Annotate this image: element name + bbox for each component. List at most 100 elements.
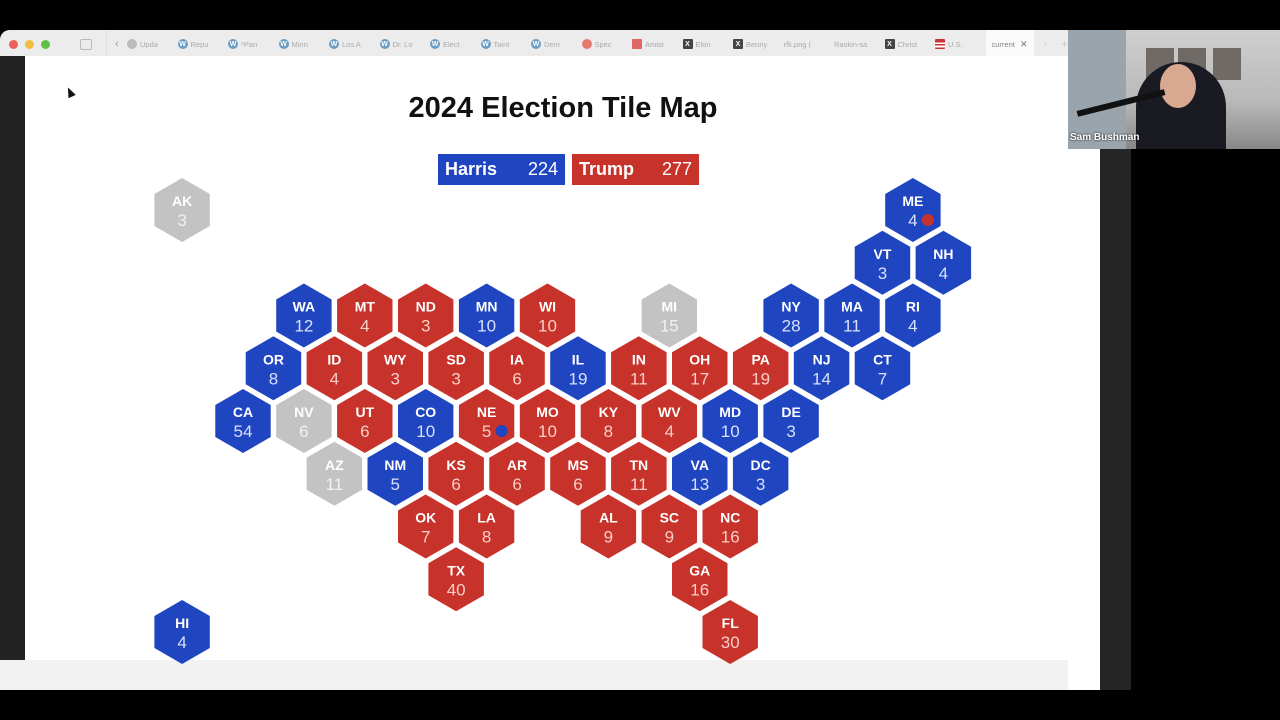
tile-map: AK 3 ME 4 VT 3 NH 4 WA 12 MT 4 ND 3 MN 10 WI 10 MI 15 NY 28 MA…	[154, 178, 972, 664]
state-tile-fl: FL 30	[702, 600, 758, 664]
state-tile-sd: SD 3	[428, 336, 484, 401]
state-electoral-votes: 40	[447, 580, 466, 599]
state-abbr: ND	[416, 299, 436, 315]
state-tile-in: IN 11	[611, 336, 667, 401]
state-electoral-votes: 7	[878, 369, 887, 388]
state-tile-nh: NH 4	[915, 230, 972, 295]
state-electoral-votes: 14	[812, 369, 831, 388]
state-abbr: DE	[781, 404, 800, 420]
state-abbr: KY	[599, 404, 619, 420]
state-tile-ks: KS 6	[428, 441, 484, 506]
state-abbr: MA	[841, 299, 863, 315]
state-tile-mn: MN 10	[458, 283, 515, 348]
state-abbr: HI	[175, 615, 189, 631]
state-electoral-votes: 8	[482, 528, 491, 547]
state-tile-wi: WI 10	[519, 283, 576, 348]
state-tile-al: AL 9	[580, 494, 637, 559]
state-electoral-votes: 3	[878, 264, 887, 283]
state-abbr: FL	[722, 615, 740, 631]
state-electoral-votes: 12	[294, 317, 313, 336]
state-abbr: NJ	[813, 351, 831, 367]
state-abbr: WV	[658, 404, 681, 420]
state-abbr: IA	[510, 351, 524, 367]
state-electoral-votes: 11	[843, 317, 861, 336]
state-electoral-votes: 10	[721, 422, 740, 441]
state-hexagon	[885, 283, 941, 348]
state-hexagon	[276, 389, 332, 453]
state-tile-il: IL 19	[550, 336, 606, 401]
state-tile-nv: NV 6	[276, 389, 332, 453]
state-abbr: OR	[263, 351, 284, 367]
state-tile-sc: SC 9	[641, 494, 697, 559]
state-tile-nd: ND 3	[398, 283, 454, 348]
state-tile-de: DE 3	[763, 389, 819, 453]
state-abbr: LA	[477, 510, 496, 526]
state-abbr: IL	[572, 351, 585, 367]
webcam-person	[1160, 64, 1196, 108]
state-hexagon	[702, 600, 758, 664]
webcam-name: Sam Bushman	[1070, 132, 1140, 143]
state-hexagon	[641, 389, 697, 453]
state-electoral-votes: 13	[690, 475, 709, 494]
state-hexagon	[458, 283, 515, 348]
state-electoral-votes: 4	[939, 264, 948, 283]
state-electoral-votes: 11	[630, 475, 648, 494]
state-abbr: AZ	[325, 457, 344, 473]
state-abbr: DC	[751, 457, 771, 473]
state-hexagon	[154, 600, 210, 664]
state-electoral-votes: 3	[786, 422, 795, 441]
state-tile-ga: GA 16	[672, 547, 728, 612]
state-abbr: TX	[447, 562, 466, 578]
state-abbr: MT	[355, 299, 376, 315]
state-tile-mt: MT 4	[337, 283, 393, 348]
state-tile-ct: CT 7	[854, 336, 911, 401]
state-tile-va: VA 13	[672, 441, 728, 506]
state-electoral-votes: 8	[604, 422, 613, 441]
state-hexagon	[215, 389, 271, 453]
state-abbr: OH	[689, 351, 710, 367]
state-electoral-votes: 16	[690, 580, 709, 599]
state-tile-wy: WY 3	[367, 336, 423, 401]
state-hexagon	[154, 178, 210, 242]
state-abbr: SD	[446, 351, 465, 367]
state-tile-pa: PA 19	[732, 336, 789, 401]
state-tile-ut: UT 6	[337, 389, 393, 453]
state-tile-nm: NM 5	[367, 441, 423, 506]
state-abbr: MN	[476, 299, 498, 315]
state-abbr: CA	[233, 404, 253, 420]
state-abbr: MI	[662, 299, 678, 315]
state-abbr: MS	[567, 457, 588, 473]
split-district-dot	[921, 214, 934, 226]
state-tile-hi: HI 4	[154, 600, 210, 664]
state-abbr: WI	[539, 299, 556, 315]
state-abbr: MD	[719, 404, 741, 420]
state-electoral-votes: 3	[391, 369, 400, 388]
state-electoral-votes: 10	[538, 422, 557, 441]
state-tile-ca: CA 54	[215, 389, 271, 453]
state-tile-ar: AR 6	[489, 441, 545, 506]
state-tile-vt: VT 3	[854, 230, 911, 295]
state-electoral-votes: 10	[477, 317, 496, 336]
state-abbr: VA	[691, 457, 709, 473]
state-electoral-votes: 6	[512, 369, 521, 388]
state-electoral-votes: 7	[421, 528, 430, 547]
state-abbr: ME	[902, 193, 923, 209]
state-abbr: WA	[293, 299, 316, 315]
state-abbr: PA	[751, 351, 769, 367]
state-electoral-votes: 9	[604, 528, 613, 547]
state-electoral-votes: 6	[299, 422, 308, 441]
state-electoral-votes: 6	[512, 475, 521, 494]
state-abbr: SC	[660, 510, 679, 526]
state-tile-oh: OH 17	[672, 336, 728, 401]
state-hexagon	[763, 283, 819, 348]
state-electoral-votes: 54	[234, 422, 253, 441]
state-abbr: NH	[933, 246, 953, 262]
state-electoral-votes: 9	[665, 528, 674, 547]
state-abbr: AK	[172, 193, 192, 209]
state-hexagon	[885, 178, 941, 242]
state-abbr: CO	[415, 404, 436, 420]
state-tile-tx: TX 40	[428, 547, 484, 612]
state-hexagon	[337, 283, 393, 348]
state-hexagon	[580, 389, 637, 453]
state-electoral-votes: 10	[416, 422, 435, 441]
